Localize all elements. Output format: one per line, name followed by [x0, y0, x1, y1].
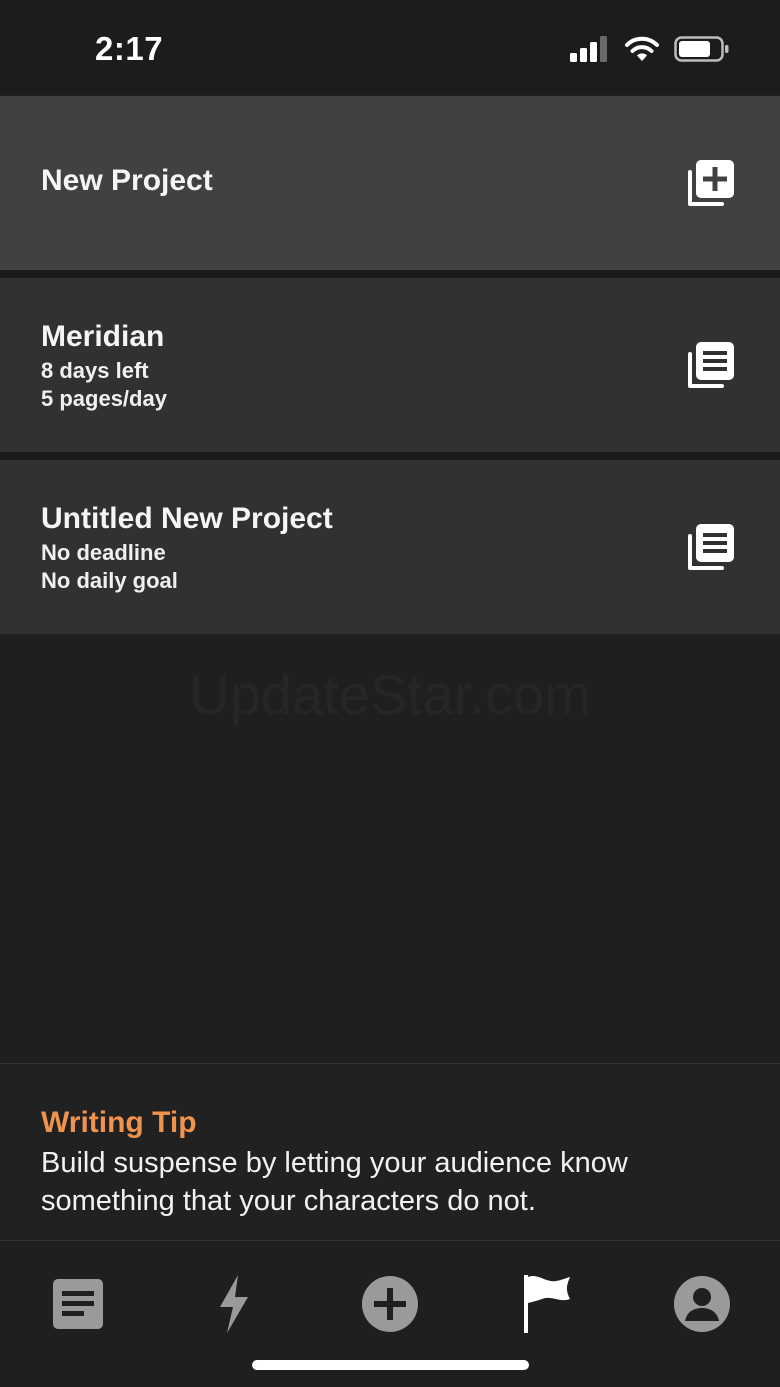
add-circle-icon [362, 1276, 418, 1332]
tab-sprint[interactable] [202, 1272, 266, 1336]
tab-projects[interactable] [46, 1272, 110, 1336]
lightning-icon [220, 1275, 248, 1333]
project-deadline: No deadline [41, 540, 166, 565]
tab-profile[interactable] [670, 1272, 734, 1336]
status-icons [570, 36, 730, 62]
new-project-row[interactable]: New Project [0, 96, 780, 270]
tab-bar [0, 1242, 780, 1387]
watermark: UpdateStar.com [189, 663, 591, 726]
project-deadline: 8 days left [41, 358, 149, 383]
cellular-signal-icon [570, 36, 607, 62]
project-title: Meridian [41, 320, 165, 353]
project-goal: No daily goal [41, 568, 178, 593]
home-indicator [252, 1360, 529, 1370]
divider [0, 452, 780, 460]
project-row-untitled[interactable]: Untitled New Project No deadline No dail… [0, 460, 780, 634]
status-bar: 2:17 [0, 0, 780, 94]
document-icon [53, 1279, 103, 1329]
writing-tip-panel: Writing Tip Build suspense by letting yo… [0, 1063, 780, 1241]
new-project-label: New Project [41, 164, 213, 197]
profile-icon [674, 1276, 730, 1332]
writing-tip-title: Writing Tip [41, 1106, 197, 1139]
tab-goals[interactable] [514, 1272, 578, 1336]
battery-icon [674, 36, 729, 62]
project-row-meridian[interactable]: Meridian 8 days left 5 pages/day [0, 278, 780, 452]
wifi-icon [625, 36, 659, 61]
document-stack-icon[interactable] [684, 340, 736, 392]
divider [0, 270, 780, 278]
add-project-icon[interactable] [684, 158, 736, 210]
flag-icon [524, 1275, 570, 1333]
tab-add[interactable] [358, 1272, 422, 1336]
writing-tip-body: Build suspense by letting your audience … [41, 1147, 628, 1217]
project-goal: 5 pages/day [41, 386, 167, 411]
document-stack-icon[interactable] [684, 522, 736, 574]
project-title: Untitled New Project [41, 502, 333, 535]
status-time: 2:17 [95, 30, 164, 67]
